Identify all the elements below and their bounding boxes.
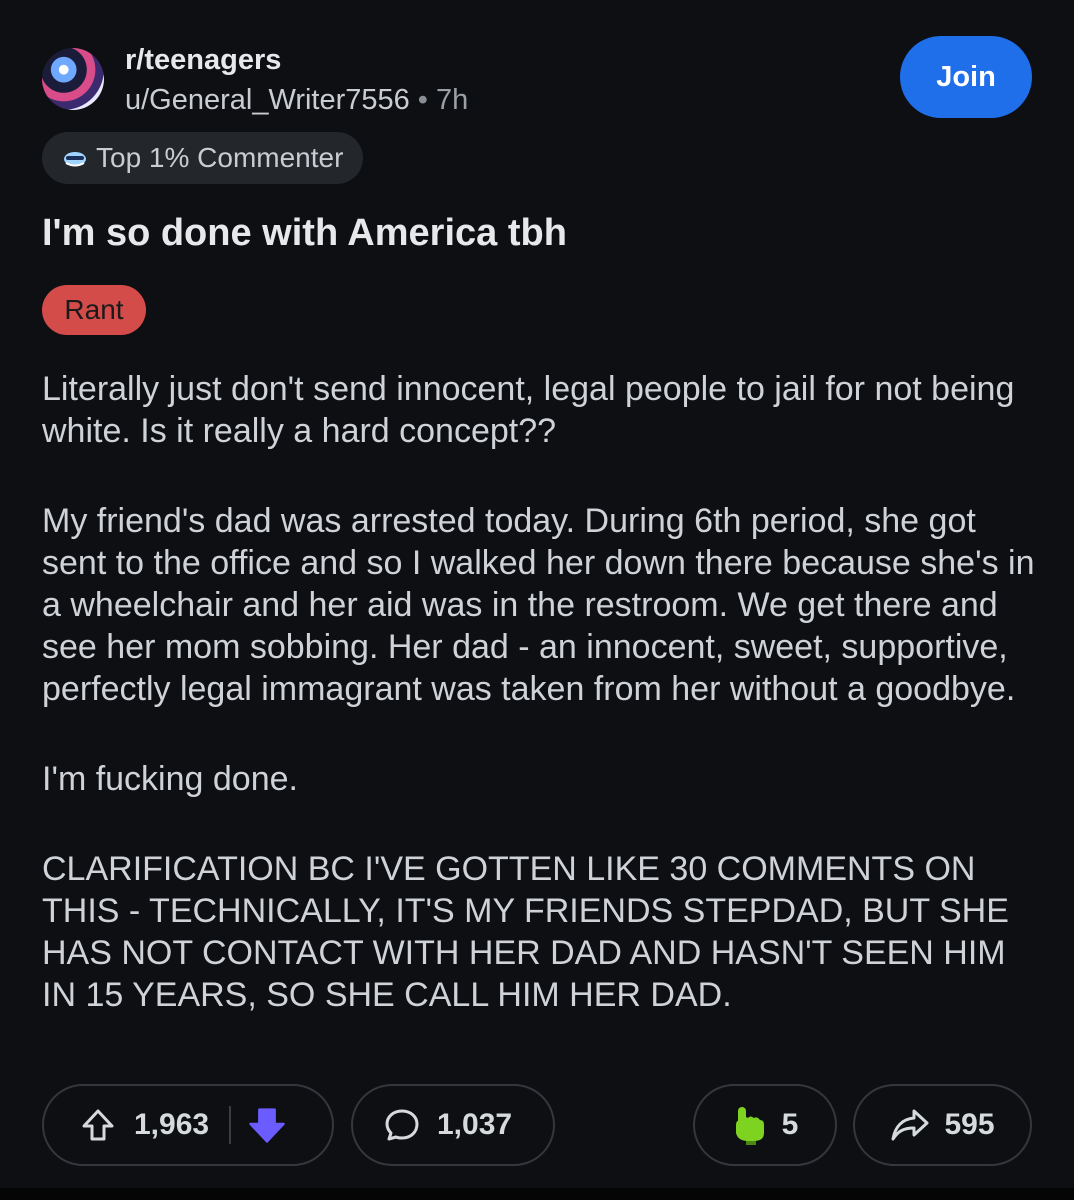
post-paragraph: I'm fucking done. (42, 760, 298, 798)
award-count: 5 (781, 1108, 799, 1141)
share-count: 595 (944, 1108, 995, 1141)
post-title[interactable]: I'm so done with America tbh (42, 212, 567, 255)
comments-button[interactable]: 1,037 (351, 1084, 555, 1166)
subreddit-avatar[interactable] (42, 48, 104, 110)
post-paragraph: My friend's dad was arrested today. Duri… (42, 502, 1035, 708)
separator-dot: • (417, 84, 428, 116)
post-paragraph: CLARIFICATION BC I'VE GOTTEN LIKE 30 COM… (42, 850, 1009, 1014)
comment-count: 1,037 (437, 1108, 513, 1141)
post-paragraph: Literally just don't send innocent, lega… (42, 370, 1015, 450)
vote-divider (229, 1106, 232, 1144)
commenter-badge[interactable]: Top 1% Commenter (42, 132, 364, 184)
author-line: u/General_Writer7556 • 7h (125, 84, 468, 117)
share-button[interactable]: 595 (853, 1084, 1032, 1166)
commenter-badge-icon (62, 148, 88, 168)
badge-label: Top 1% Commenter (96, 142, 344, 173)
author-username[interactable]: u/General_Writer7556 (125, 84, 410, 116)
post-time: 7h (435, 84, 469, 116)
upvote-icon[interactable] (80, 1107, 116, 1143)
comment-icon (383, 1106, 421, 1144)
post-body: Literally just don't send innocent, lega… (42, 368, 1042, 1016)
subreddit-name[interactable]: r/teenagers (125, 44, 281, 77)
post-flair[interactable]: Rant (42, 285, 146, 335)
upvote-count: 1,963 (134, 1108, 210, 1141)
post-actions: 1,963 1,037 5 595 (42, 1084, 1032, 1166)
award-button[interactable]: 5 (693, 1084, 837, 1166)
join-button[interactable]: Join (900, 36, 1032, 118)
share-icon (890, 1107, 930, 1143)
award-icon (732, 1105, 768, 1145)
bottom-edge (0, 1188, 1074, 1200)
post-header: r/teenagers u/General_Writer7556 • 7h Join (42, 36, 1032, 124)
downvote-icon[interactable] (247, 1105, 287, 1145)
vote-control: 1,963 (42, 1084, 334, 1166)
